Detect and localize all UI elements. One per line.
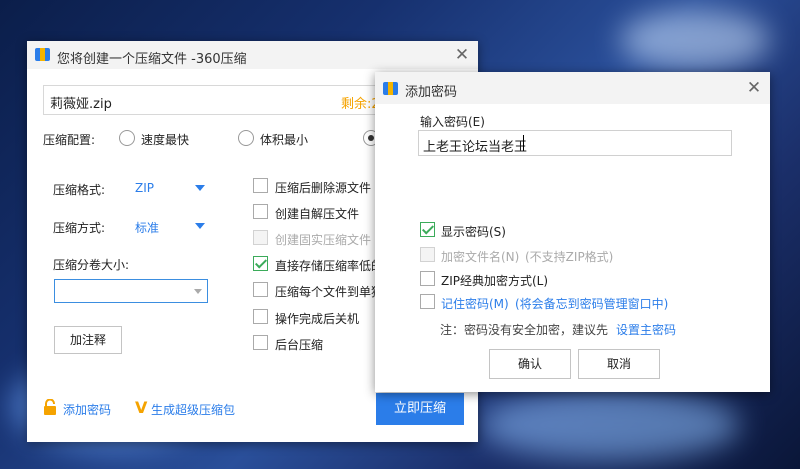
option-sfx-checkbox[interactable] [253,204,268,219]
close-icon[interactable]: ✕ [744,78,764,98]
option-solid-label: 创建固实压缩文件 [275,233,372,247]
option-shutdown-label: 操作完成后关机 [275,312,360,326]
lock-icon [44,399,56,415]
encrypt-filename-checkbox[interactable] [420,247,435,262]
password-input[interactable]: 上老王论坛当老王 [418,130,732,156]
option-each-file-label: 压缩每个文件到单独 [275,285,384,299]
method-dropdown[interactable]: 标准 [135,215,207,235]
option-background-checkbox[interactable] [253,335,268,350]
show-password-checkbox[interactable] [420,222,435,237]
security-note: 注：密码没有安全加密，建议先 [440,323,609,337]
encrypt-filename-note: (不支持ZIP格式) [525,250,614,264]
option-sfx-label: 创建自解压文件 [275,207,360,221]
password-dialog-titlebar[interactable]: 添加密码 ✕ [375,72,770,104]
remember-password-checkbox[interactable] [420,294,435,309]
dialog-title: 添加密码 [405,85,458,100]
split-size-select[interactable] [54,279,208,303]
zip-classic-checkbox[interactable] [420,271,435,286]
option-store-low-ratio-label: 直接存储压缩率低的 [275,259,384,273]
option-background-label: 后台压缩 [275,338,324,352]
close-icon[interactable]: ✕ [452,45,472,65]
option-solid-checkbox[interactable] [253,230,268,245]
password-dialog: 添加密码 ✕ 输入密码(E) 上老王论坛当老王 显示密码(S) 加密文件名(N)… [375,72,770,392]
app-logo-icon [383,82,398,95]
encrypt-filename-label: 加密文件名(N) [441,250,520,264]
option-delete-source-label: 压缩后删除源文件 [275,181,372,195]
format-label: 压缩格式: [53,183,106,197]
config-smallest-label: 体积最小 [260,133,309,147]
config-fastest-radio[interactable] [119,130,135,146]
chevron-down-icon [195,185,205,191]
add-password-label: 添加密码 [63,403,112,417]
option-store-low-ratio-checkbox[interactable] [253,256,268,271]
chevron-down-icon [194,289,202,294]
compress-now-button[interactable]: 立即压缩 [376,393,464,425]
method-value: 标准 [135,221,160,235]
compress-window-titlebar[interactable]: 您将创建一个压缩文件 -360压缩 ✕ [27,41,478,69]
set-master-password-link[interactable]: 设置主密码 [616,321,676,338]
cancel-button[interactable]: 取消 [578,349,660,379]
show-password-label: 显示密码(S) [441,225,506,239]
password-input-label: 输入密码(E) [420,115,485,129]
window-title: 您将创建一个压缩文件 -360压缩 [57,52,247,67]
password-value: 上老王论坛当老王 [423,140,528,155]
config-fastest-label: 速度最快 [141,133,190,147]
ok-button[interactable]: 确认 [489,349,571,379]
format-value: ZIP [135,181,154,195]
add-comment-button[interactable]: 加注释 [54,326,122,354]
background-glow [620,10,770,70]
remember-password-note: (将会备忘到密码管理窗口中) [515,297,669,311]
text-cursor [523,135,524,151]
filename-value: 莉薇娅.zip [50,97,112,112]
background-glow [480,390,740,460]
chevron-down-icon [195,223,205,229]
option-shutdown-checkbox[interactable] [253,309,268,324]
app-logo-icon [35,48,50,61]
split-size-label: 压缩分卷大小: [53,258,130,272]
remember-password-label: 记住密码(M) [441,297,509,311]
compress-config-label: 压缩配置: [43,133,96,147]
format-dropdown[interactable]: ZIP [135,177,207,197]
v-badge-icon: V [135,398,148,417]
option-delete-source-checkbox[interactable] [253,178,268,193]
super-package-label: 生成超级压缩包 [151,403,236,417]
config-smallest-radio[interactable] [238,130,254,146]
option-each-file-checkbox[interactable] [253,282,268,297]
method-label: 压缩方式: [53,221,106,235]
zip-classic-label: ZIP经典加密方式(L) [441,274,549,288]
